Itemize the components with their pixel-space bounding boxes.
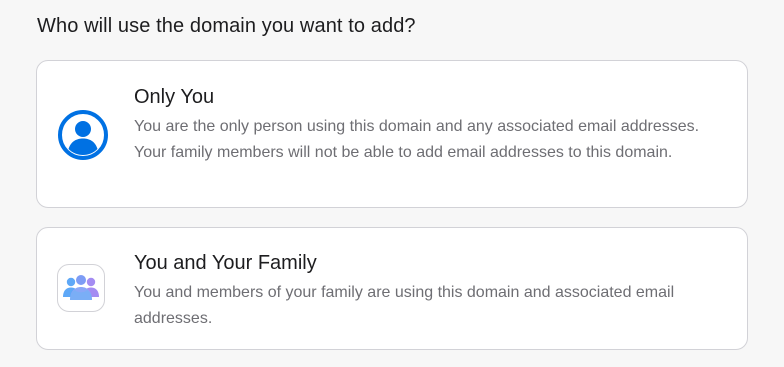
option-only-you[interactable]: Only You You are the only person using t… <box>36 60 748 208</box>
option-you-and-family[interactable]: You and Your Family You and members of y… <box>36 227 748 350</box>
page-question: Who will use the domain you want to add? <box>37 15 416 37</box>
option-description: You and members of your family are using… <box>134 284 675 327</box>
option-title: Only You <box>134 86 215 108</box>
person-circle-icon <box>57 109 109 161</box>
family-icon <box>57 264 107 314</box>
option-title: You and Your Family <box>134 252 317 274</box>
option-description: You are the only person using this domai… <box>134 118 700 161</box>
